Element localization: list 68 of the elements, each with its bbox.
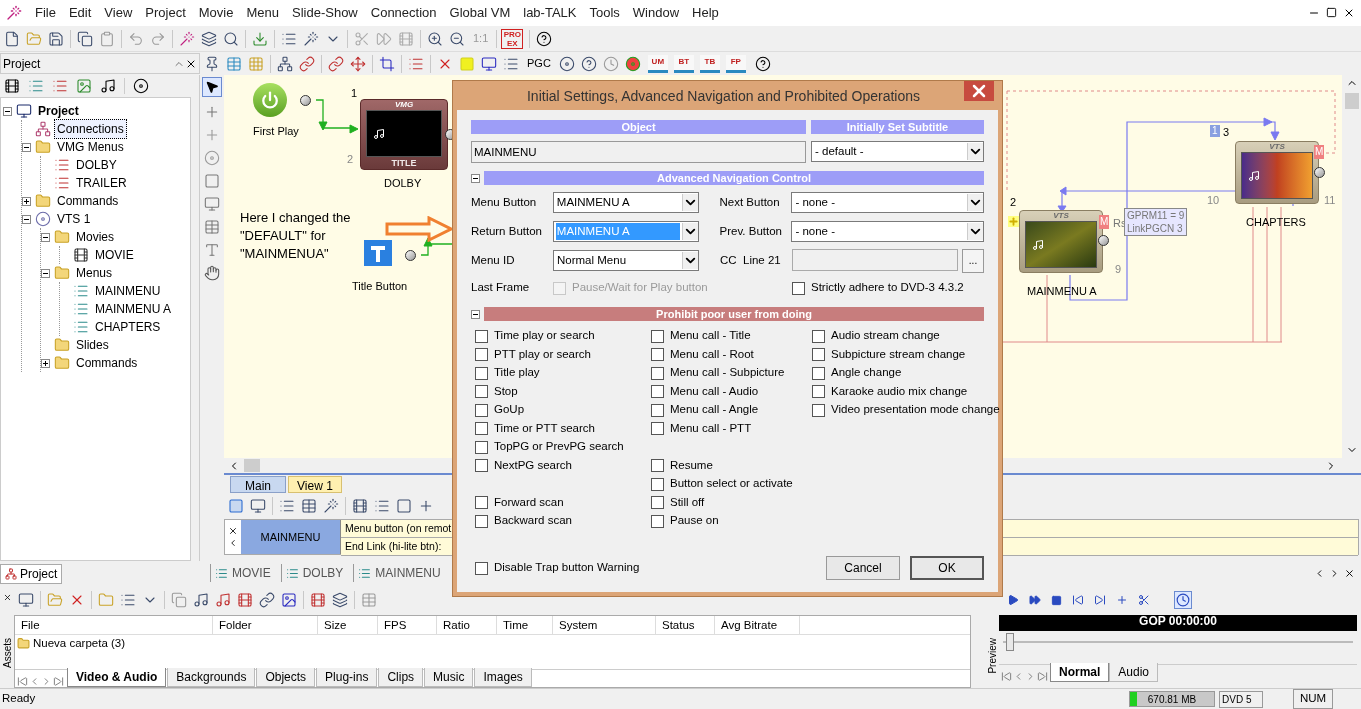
checkbox-label: Angle change (831, 365, 902, 381)
command-text: GPRM11 = 9 (1127, 209, 1185, 222)
field-label: CC Line 21 (720, 252, 782, 268)
checkbox-label: Karaoke audio mix change (831, 383, 968, 399)
checkbox-label: Resume (670, 457, 713, 473)
node-label: CHAPTERS (1246, 215, 1306, 230)
field-label: Return Button (471, 223, 543, 239)
section-header: Initially Set Subtitle (811, 120, 984, 134)
checkbox-label: Time or PTT search (494, 420, 595, 436)
checkbox-label: Menu call - Angle (670, 402, 759, 418)
checkbox-label: Menu call - Title (670, 328, 751, 344)
checkbox-label: Menu call - PTT (670, 420, 752, 436)
node-footer: TITLE (391, 157, 417, 169)
checkbox-label: Pause/Wait for Play button (572, 280, 708, 296)
field-label: Prev. Button (719, 223, 783, 239)
checkbox-label: Forward scan (494, 494, 564, 510)
checkbox-label: Time play or search (494, 328, 595, 344)
port-number: 2 (1010, 195, 1017, 210)
node-label: First Play (253, 124, 299, 139)
field-label: Next Button (719, 194, 781, 210)
checkbox-label: Video presentation mode change (831, 402, 1000, 418)
node-header: VMG (394, 100, 414, 110)
port-number: 10 (1207, 193, 1220, 208)
annotation-text: Here I changed the "DEFAULT" for "MAINMENUA" (240, 209, 351, 263)
field-label: Menu Button (471, 194, 538, 210)
section-header: Object (471, 120, 806, 134)
command-text: LinkPGCN 3 (1127, 222, 1184, 235)
panel-title: Project (3, 55, 42, 73)
checkbox-label: NextPG search (494, 457, 572, 473)
panel-side-label: Assets (0, 638, 14, 668)
port-number: 9 (1115, 262, 1122, 277)
node-label: Title Button (352, 279, 408, 294)
checkbox-label: Menu call - Subpicture (670, 365, 785, 381)
checkbox-label: Audio stream change (831, 328, 940, 344)
menu-badge: M (1314, 145, 1325, 159)
field-label: Last Frame (471, 280, 531, 296)
panel-side-label: Preview (985, 638, 999, 674)
status-text: Ready (1, 691, 37, 707)
checkbox-label: PTT play or search (494, 346, 591, 362)
field-label: Menu ID (471, 252, 516, 268)
port-number: 1 (351, 86, 358, 101)
number-badge: 1 (1210, 125, 1220, 137)
checkbox-label: Disable Trap button Warning (494, 560, 640, 576)
checkbox-label: Menu call - Audio (670, 383, 759, 399)
node-label: MAINMENU A (1027, 284, 1097, 299)
checkbox-label: Still off (670, 494, 705, 510)
object-cell: MAINMENU (241, 520, 341, 554)
section-header: Prohibit poor user from doing (484, 307, 984, 321)
node-header: VTS (1053, 211, 1069, 221)
node-label: DOLBY (384, 176, 422, 191)
timecode-display: GOP 00:00:00 (999, 615, 1357, 631)
dialog-title: Initial Settings, Advanced Navigation and Prohibited Operations (526, 87, 921, 106)
checkbox-label: Subpicture stream change (831, 346, 966, 362)
num-lock-indicator: NUM (1293, 689, 1333, 709)
port-number: 3 (1223, 125, 1230, 140)
memory-reading: 670.81 MB (1147, 692, 1197, 707)
checkbox-label: Strictly adhere to DVD-3 4.3.2 (811, 280, 964, 296)
checkbox-label: Stop (494, 383, 518, 399)
checkbox-label: Title play (494, 365, 540, 381)
checkbox-label: Button select or activate (670, 476, 793, 492)
section-header: Advanced Navigation Control (484, 171, 984, 185)
node-header: VTS (1269, 142, 1285, 152)
menu-badge: M (1099, 215, 1110, 229)
checkbox-label: Menu call - Root (670, 346, 754, 362)
checkbox-label: TopPG or PrevPG search (494, 439, 624, 455)
port-number: 2 (347, 152, 354, 167)
checkbox-label: GoUp (494, 402, 525, 418)
port-number: 11 (1324, 193, 1336, 208)
